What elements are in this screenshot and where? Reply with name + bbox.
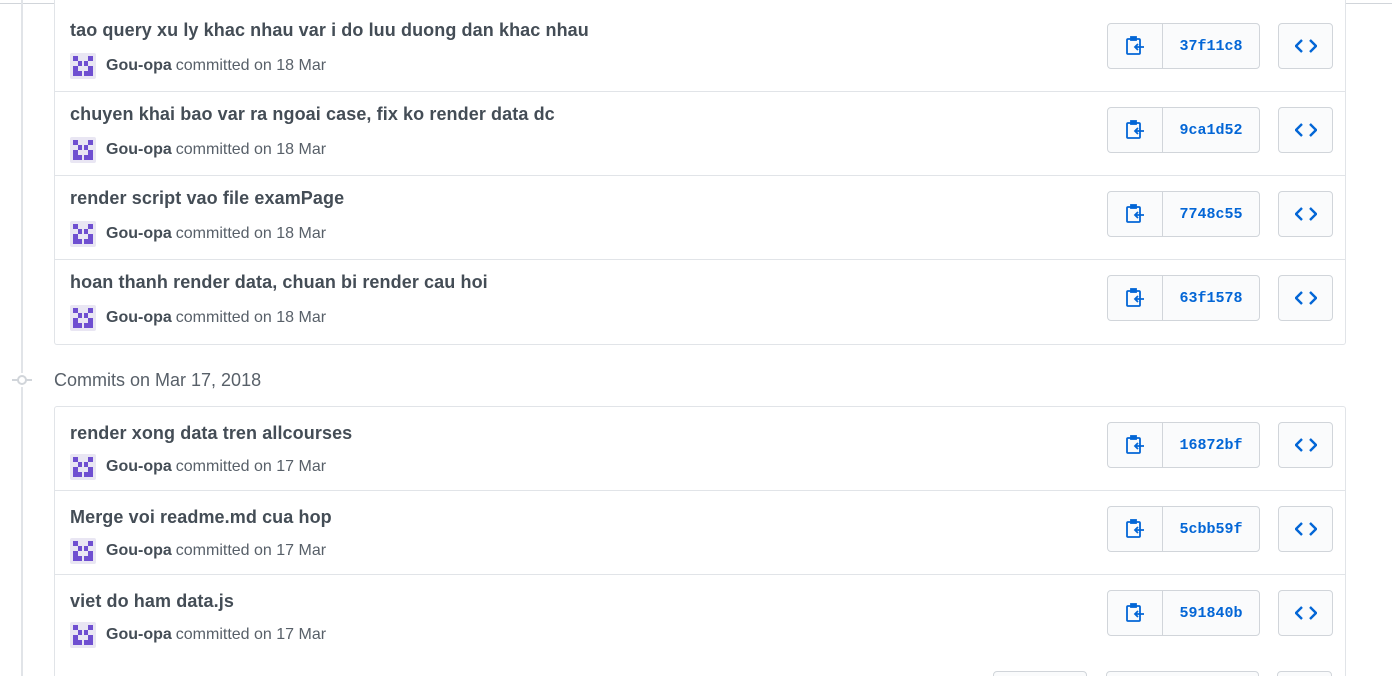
commit-sha-link[interactable]: 37f11c8 [1163, 24, 1259, 68]
sha-button-group: 16872bf [1107, 422, 1260, 468]
code-icon [1294, 123, 1317, 137]
browse-repo-button[interactable] [1278, 506, 1333, 552]
sha-button-group: 591840b [1107, 590, 1260, 636]
commit-group-mar-18: tao query xu ly khac nhau var i do luu d… [54, 0, 1346, 345]
clippy-icon [1126, 36, 1144, 55]
sha-button-group: 9ca1d52 [1107, 107, 1260, 153]
clippy-icon [1126, 288, 1144, 307]
browse-repo-button[interactable] [1278, 107, 1333, 153]
commit-row: tao query xu ly khac nhau var i do luu d… [55, 0, 1345, 92]
sha-button-group: 7748c55 [1107, 191, 1260, 237]
avatar[interactable] [70, 53, 96, 79]
commit-message[interactable]: render xong data tren allcourses [70, 423, 352, 444]
commit-author[interactable]: Gou-opa [106, 309, 172, 327]
commit-date: committed on 18 Mar [175, 141, 327, 158]
clippy-icon [1126, 603, 1144, 622]
browse-repo-button[interactable] [1278, 191, 1333, 237]
commit-author[interactable]: Gou-opa [106, 57, 172, 75]
sha-button-group: 37f11c8 [1107, 23, 1260, 69]
commit-meta: Gou-opa committed on 18 Mar [70, 221, 326, 247]
browse-repo-button[interactable] [1278, 275, 1333, 321]
clippy-icon [1126, 519, 1144, 538]
partial-browse-button[interactable] [1277, 671, 1332, 676]
commit-sha-link[interactable]: 7748c55 [1163, 192, 1259, 236]
commit-sha-link[interactable]: 5cbb59f [1163, 507, 1259, 551]
commit-message[interactable]: render script vao file examPage [70, 188, 344, 209]
copy-sha-button[interactable] [1108, 276, 1163, 320]
copy-sha-button[interactable] [1108, 507, 1163, 551]
commit-meta: Gou-opa committed on 18 Mar [70, 53, 326, 79]
commit-date: committed on 17 Mar [175, 542, 327, 559]
commit-row: render xong data tren allcourses Gou-opa… [55, 407, 1345, 491]
avatar[interactable] [70, 454, 96, 480]
commit-group-header: Commits on Mar 17, 2018 [12, 366, 261, 394]
commit-meta: Gou-opa committed on 17 Mar [70, 538, 326, 564]
commit-history-page: tao query xu ly khac nhau var i do luu d… [0, 0, 1392, 676]
commit-author[interactable]: Gou-opa [106, 225, 172, 243]
avatar[interactable] [70, 305, 96, 331]
commit-date: committed on 18 Mar [175, 225, 327, 242]
code-icon [1294, 291, 1317, 305]
commit-row: Merge voi readme.md cua hop Gou-opa comm… [55, 491, 1345, 575]
browse-repo-button[interactable] [1278, 23, 1333, 69]
commit-author[interactable]: Gou-opa [106, 141, 172, 159]
commit-sha-link[interactable]: 591840b [1163, 591, 1259, 635]
browse-repo-button[interactable] [1278, 590, 1333, 636]
code-icon [1294, 438, 1317, 452]
code-icon [1294, 207, 1317, 221]
code-icon [1294, 522, 1317, 536]
clippy-icon [1126, 435, 1144, 454]
copy-sha-button[interactable] [1108, 423, 1163, 467]
commit-author[interactable]: Gou-opa [106, 542, 172, 560]
commit-meta: Gou-opa committed on 17 Mar [70, 454, 326, 480]
commit-sha-link[interactable]: 63f1578 [1163, 276, 1259, 320]
copy-sha-button[interactable] [1108, 24, 1163, 68]
git-commit-icon [12, 373, 32, 387]
commit-meta: Gou-opa committed on 18 Mar [70, 137, 326, 163]
sha-button-group: 5cbb59f [1107, 506, 1260, 552]
commit-message[interactable]: hoan thanh render data, chuan bi render … [70, 272, 488, 293]
commit-author[interactable]: Gou-opa [106, 626, 172, 644]
avatar[interactable] [70, 137, 96, 163]
commit-message[interactable]: chuyen khai bao var ra ngoai case, fix k… [70, 104, 555, 125]
browse-repo-button[interactable] [1278, 422, 1333, 468]
commit-row: render script vao file examPage Gou-opa … [55, 176, 1345, 260]
commit-row: viet do ham data.js Gou-opa committed on… [55, 575, 1345, 659]
clippy-icon [1126, 204, 1144, 223]
avatar[interactable] [70, 221, 96, 247]
commit-group-date: Commits on Mar 17, 2018 [54, 369, 262, 390]
commit-date: committed on 17 Mar [175, 626, 327, 643]
copy-sha-button[interactable] [1108, 108, 1163, 152]
commit-meta: Gou-opa committed on 17 Mar [70, 622, 326, 648]
clippy-icon [1126, 120, 1144, 139]
commit-author[interactable]: Gou-opa [106, 458, 172, 476]
avatar[interactable] [70, 538, 96, 564]
avatar[interactable] [70, 622, 96, 648]
commit-date: committed on 18 Mar [175, 309, 327, 326]
commit-date: committed on 18 Mar [175, 57, 327, 74]
partial-sha-button-group[interactable] [1106, 671, 1259, 676]
commit-sha-link[interactable]: 16872bf [1163, 423, 1259, 467]
code-icon [1294, 606, 1317, 620]
code-icon [1294, 39, 1317, 53]
commit-message[interactable]: viet do ham data.js [70, 591, 234, 612]
copy-sha-button[interactable] [1108, 591, 1163, 635]
sha-button-group: 63f1578 [1107, 275, 1260, 321]
copy-sha-button[interactable] [1108, 192, 1163, 236]
timeline-line [21, 0, 23, 676]
commit-meta: Gou-opa committed on 18 Mar [70, 305, 326, 331]
commit-row: chuyen khai bao var ra ngoai case, fix k… [55, 92, 1345, 176]
partial-button[interactable] [993, 671, 1087, 676]
commit-group-mar-17: render xong data tren allcourses Gou-opa… [54, 406, 1346, 676]
commit-message[interactable]: tao query xu ly khac nhau var i do luu d… [70, 20, 589, 41]
commit-row: hoan thanh render data, chuan bi render … [55, 260, 1345, 344]
commit-message[interactable]: Merge voi readme.md cua hop [70, 507, 332, 528]
commit-sha-link[interactable]: 9ca1d52 [1163, 108, 1259, 152]
commit-date: committed on 17 Mar [175, 458, 327, 475]
